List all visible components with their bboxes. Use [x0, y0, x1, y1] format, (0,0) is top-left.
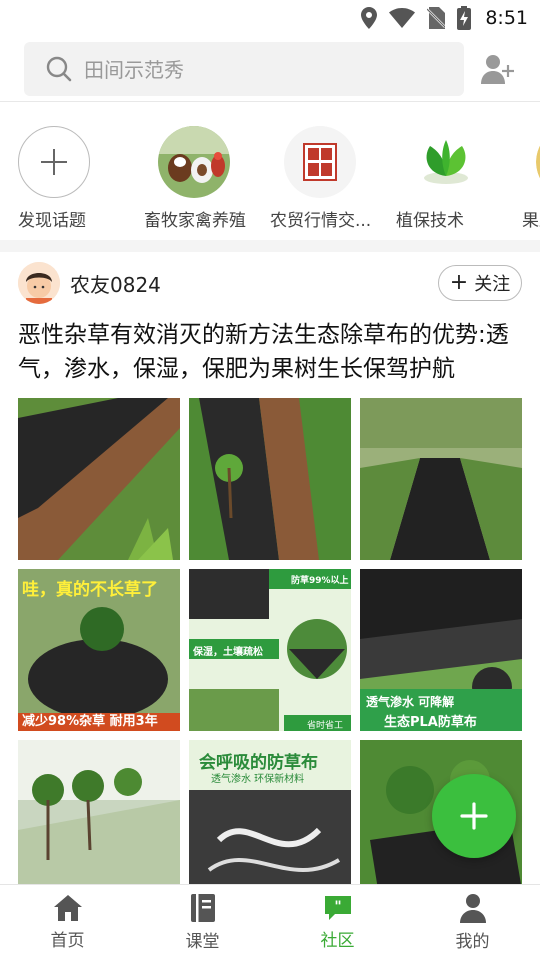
post-photo[interactable]: [18, 398, 180, 560]
post-header: 农友0824 + 关注: [18, 252, 522, 314]
avatar[interactable]: [18, 262, 60, 304]
topic-discover[interactable]: 发现话题: [18, 126, 144, 240]
photo-overlay-text: 哇，真的不长草了: [22, 580, 158, 600]
post-photo[interactable]: [18, 740, 180, 902]
topic-fruits-vegetables[interactable]: 果蔬: [522, 126, 540, 240]
wifi-icon: [389, 8, 416, 28]
battery-charging-icon: [457, 6, 472, 30]
photo-overlay-text: 防草99%以上: [291, 576, 349, 586]
book-icon: [190, 894, 215, 922]
post-photo[interactable]: 透气渗水 可降解 生态PLA防草布: [360, 569, 522, 731]
bottom-navigation: 首页 课堂 " 社区 我的: [0, 884, 540, 960]
topic-strip: 发现话题 畜牧家禽养殖 农贸行情交... 植保技术 果: [0, 102, 540, 240]
follow-button[interactable]: + 关注: [438, 265, 522, 301]
topic-market[interactable]: 农贸行情交...: [270, 126, 396, 240]
topic-icon: [18, 126, 90, 198]
status-bar: 8:51: [0, 0, 540, 36]
livestock-image: [158, 126, 230, 198]
nav-community[interactable]: " 社区: [270, 885, 405, 960]
nav-mine[interactable]: 我的: [405, 885, 540, 960]
post-photo[interactable]: [189, 398, 351, 560]
topic-label: 果蔬: [522, 211, 540, 231]
home-icon: [53, 895, 82, 921]
post-photo[interactable]: [360, 398, 522, 560]
clock: 8:51: [485, 7, 528, 29]
market-logo: [284, 126, 356, 198]
search-header: 田间示范秀: [0, 36, 540, 102]
no-sim-icon: [427, 7, 446, 29]
post-photo[interactable]: 哇，真的不长草了 减少98%杂草 耐用3年: [18, 569, 180, 731]
nav-label: 首页: [50, 931, 85, 951]
post-title[interactable]: 恶性杂草有效消灭的新方法生态除草布的优势:透气，渗水，保湿，保肥为果树生长保驾护…: [18, 318, 522, 386]
section-divider: [0, 240, 540, 252]
fruit-image: [536, 126, 540, 198]
photo-overlay-text: 生态PLA防草布: [384, 715, 477, 730]
plus-icon: +: [449, 270, 469, 295]
plus-icon: [41, 149, 67, 175]
location-icon: [361, 7, 378, 29]
post-photo[interactable]: 防草99%以上 保湿，土壤疏松 省时省工: [189, 569, 351, 731]
photo-overlay-text: 减少98%杂草 耐用3年: [22, 714, 158, 729]
plus-icon: [460, 802, 488, 830]
follow-label: 关注: [474, 274, 511, 295]
photo-overlay-text: 透气渗水 可降解: [366, 695, 455, 709]
nav-label: 我的: [455, 932, 490, 952]
search-icon: [46, 56, 72, 81]
topic-label: 发现话题: [18, 211, 86, 231]
chat-quote-icon: ": [324, 896, 351, 920]
post-photo[interactable]: 会呼吸的防草布 透气渗水 环保新材料: [189, 740, 351, 902]
app-screen: 8:51 田间示范秀 发现话题 畜牧家禽养殖 农贸行情交... 植保技术 果 农…: [0, 0, 540, 960]
photo-overlay-text: 透气渗水 环保新材料: [211, 774, 305, 785]
leaf-image: [410, 126, 482, 198]
photo-overlay-text: 保湿，土壤疏松: [193, 647, 263, 658]
topic-label: 农贸行情交...: [270, 211, 372, 231]
user-icon: [459, 894, 486, 923]
nav-classroom[interactable]: 课堂: [135, 885, 270, 960]
add-user-icon: [481, 54, 514, 84]
photo-overlay-text: 省时省工: [307, 721, 344, 731]
nav-label: 社区: [320, 931, 355, 951]
svg-text:": ": [334, 899, 341, 915]
topic-label: 植保技术: [396, 211, 464, 231]
topic-label: 畜牧家禽养殖: [144, 211, 246, 231]
create-post-button[interactable]: [432, 774, 516, 858]
topic-plant-protection[interactable]: 植保技术: [396, 126, 522, 240]
nav-home[interactable]: 首页: [0, 885, 135, 960]
add-friend-button[interactable]: [480, 51, 516, 87]
username[interactable]: 农友0824: [70, 269, 438, 298]
search-input[interactable]: 田间示范秀: [24, 41, 464, 96]
nav-label: 课堂: [185, 932, 220, 952]
topic-livestock[interactable]: 畜牧家禽养殖: [144, 126, 270, 240]
search-placeholder: 田间示范秀: [84, 58, 184, 82]
